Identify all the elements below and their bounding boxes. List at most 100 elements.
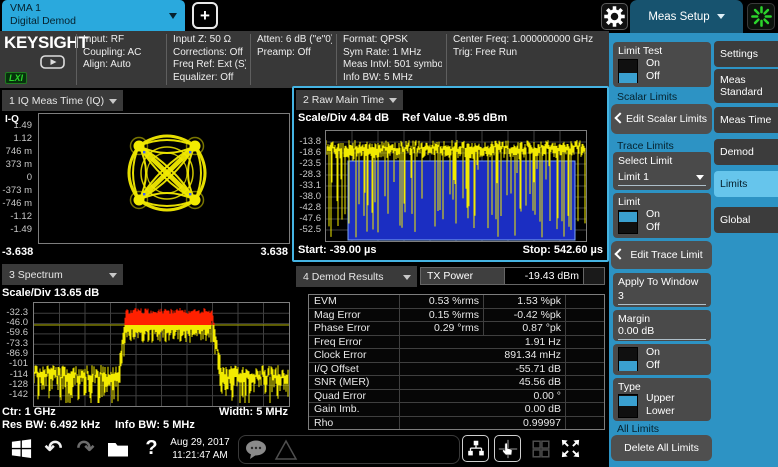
tab-meas-standard[interactable]: Meas Standard (714, 69, 778, 103)
chevron-down-icon (389, 98, 397, 103)
demod-value: 1.91 Hz (400, 336, 566, 349)
demod-value: 891.34 mHz (400, 349, 566, 362)
tx-power-value: -19.43 dBm (505, 267, 584, 285)
save-recall-button[interactable] (104, 435, 131, 462)
tab-global[interactable]: Global (714, 207, 778, 233)
iq-y-ticks: 1.491.12746 m373 m0-373 m-746 m-1.12-1.4… (0, 113, 35, 242)
demod-status-cell (566, 336, 604, 349)
header-info-line: Input: RF (83, 34, 162, 47)
raw-ref-label: Ref Value -8.95 dBm (402, 112, 507, 124)
demod-metric-label: Quad Error (309, 390, 400, 403)
header-info-line: Coupling: AC (83, 47, 162, 60)
date-label: Aug 29, 2017 (164, 436, 236, 449)
demod-metric-label: Gain Imb. (309, 403, 400, 416)
spectrum-resbw-label: Res BW: 6.492 kHz (2, 419, 100, 431)
demod-table-row: Quad Error0.00 ° (309, 389, 604, 403)
undo-button[interactable]: ↶ (40, 435, 67, 462)
window1-title-dropdown[interactable]: 1 IQ Meas Time (IQ) (2, 90, 123, 111)
y-tick-label: 1.12 (0, 133, 32, 144)
y-tick-label: 1.49 (0, 120, 32, 131)
spectrum-ctr-label: Ctr: 1 GHz (2, 406, 56, 418)
demod-table-row: Gain Imb.0.00 dB (309, 402, 604, 416)
layout-tree-icon (465, 438, 487, 460)
window4-title: 4 Demod Results (303, 271, 384, 283)
menu-tab-column: SettingsMeas Standard Meas Time Demod Limit… (609, 33, 778, 467)
settings-gear-button[interactable] (601, 3, 628, 30)
date-time-display: Aug 29, 2017 11:21:47 AM (164, 436, 236, 462)
demod-rms-value: 0.53 %rms (400, 295, 484, 308)
y-tick-label: -38.0 (296, 191, 321, 202)
spectrum-plot (33, 302, 290, 407)
meas-setup-menu-button[interactable]: Meas Setup (630, 0, 743, 33)
grid-2x2-icon (530, 438, 552, 460)
demod-metric-label: Clock Error (309, 349, 400, 362)
system-menu-button[interactable] (8, 435, 35, 462)
chevron-down-icon (169, 13, 177, 19)
tab-settings[interactable]: Settings (714, 41, 778, 67)
demod-metric-label: Rho (309, 417, 400, 430)
window1-title: 1 IQ Meas Time (IQ) (9, 95, 104, 107)
header-info-line: Atten: 6 dB ("e"0) (257, 34, 332, 47)
header-info-line: Preamp: Off (257, 47, 332, 60)
demod-pk-value: 1.53 %pk (484, 295, 566, 308)
header-column: Input: RFCoupling: ACAlign: Auto (76, 34, 162, 85)
y-tick-label: 373 m (0, 159, 32, 170)
demod-status-cell (566, 363, 604, 376)
busy-indicator-button[interactable] (747, 3, 775, 30)
demod-status-cell (566, 349, 604, 362)
header-info-line: Trig: Free Run (453, 47, 606, 60)
multi-window-button[interactable] (527, 435, 554, 462)
window3-title-dropdown[interactable]: 3 Spectrum (2, 264, 123, 285)
fullscreen-button[interactable] (557, 435, 584, 462)
demod-metric-label: Freq Error (309, 336, 400, 349)
help-button[interactable]: ? (138, 435, 165, 462)
tab-demod[interactable]: Demod (714, 139, 778, 165)
gear-icon (603, 5, 626, 28)
raw-y-ticks: -13.8-18.6-23.5-28.3-33.1-38.0-42.8-47.6… (296, 130, 324, 240)
annotation-tray (238, 435, 460, 464)
window2-title-dropdown[interactable]: 2 Raw Main Time (296, 90, 403, 110)
demod-status-cell (566, 403, 604, 416)
demod-status-cell (566, 295, 604, 308)
spectrum-y-ticks: -32.3-46.0-59.6-73.3-86.9-101-114-128-14… (0, 302, 31, 405)
raw-plot (325, 130, 587, 242)
demod-rms-value: 0.29 °rms (400, 322, 484, 335)
y-tick-label: -33.1 (296, 180, 321, 191)
window3-title: 3 Spectrum (9, 269, 63, 281)
expand-arrows-icon (559, 437, 582, 460)
window2-title: 2 Raw Main Time (303, 94, 384, 106)
window-raw-main-time-active[interactable]: 2 Raw Main Time Scale/Div 4.84 dB Ref Va… (292, 86, 609, 262)
header-info-line: Sym Rate: 1 MHz (343, 47, 442, 60)
demod-table-row: Rho0.99997 (309, 416, 604, 430)
tab-limits[interactable]: Limits (714, 171, 778, 197)
demod-table-row: Freq Error1.91 Hz (309, 335, 604, 349)
chevron-down-icon (109, 273, 117, 278)
window-iq-meas-time[interactable]: 1 IQ Meas Time (IQ) I-Q 1.491.12746 m373… (0, 88, 291, 262)
tab-meas-time[interactable]: Meas Time (714, 107, 778, 133)
mode-tab[interactable]: VMA 1 Digital Demod (2, 0, 185, 31)
add-mode-button[interactable]: + (192, 2, 218, 29)
y-tick-label: 746 m (0, 146, 32, 157)
chevron-down-icon (403, 275, 411, 280)
window-demod-results[interactable]: 4 Demod Results TX Power -19.43 dBm EVM0… (292, 264, 609, 432)
spectrum-scale-label: Scale/Div 13.65 dB (2, 287, 99, 299)
y-tick-label: -28.3 (296, 169, 321, 180)
header-column: Input Z: 50 ΩCorrections: OffFreq Ref: E… (166, 34, 246, 85)
window-layout-button[interactable] (462, 435, 489, 462)
demod-metric-label: Mag Error (309, 309, 400, 322)
demod-status-cell (566, 322, 604, 335)
speech-bubble-icon (243, 438, 271, 462)
y-tick-label: -47.6 (296, 213, 321, 224)
annotation-bubble-button[interactable] (243, 438, 271, 467)
tx-power-label: TX Power (420, 267, 505, 285)
demod-status-cell (566, 309, 604, 322)
demod-table-row: Mag Error0.15 %rms-0.42 %pk (309, 308, 604, 322)
window-spectrum[interactable]: 3 Spectrum Scale/Div 13.65 dB -32.3-46.0… (0, 262, 291, 432)
window4-title-dropdown[interactable]: 4 Demod Results (296, 266, 417, 287)
redo-button[interactable]: ↷ (72, 435, 99, 462)
settings-header-bar[interactable]: KEYSIGHT LXI Input: RFCoupling: ACAlign:… (0, 31, 609, 88)
window-select-button[interactable] (494, 435, 521, 462)
header-columns: Input: RFCoupling: ACAlign: AutoInput Z:… (0, 31, 609, 88)
demod-table-row: SNR (MER)45.56 dB (309, 375, 604, 389)
annotation-triangle-button (273, 438, 299, 467)
